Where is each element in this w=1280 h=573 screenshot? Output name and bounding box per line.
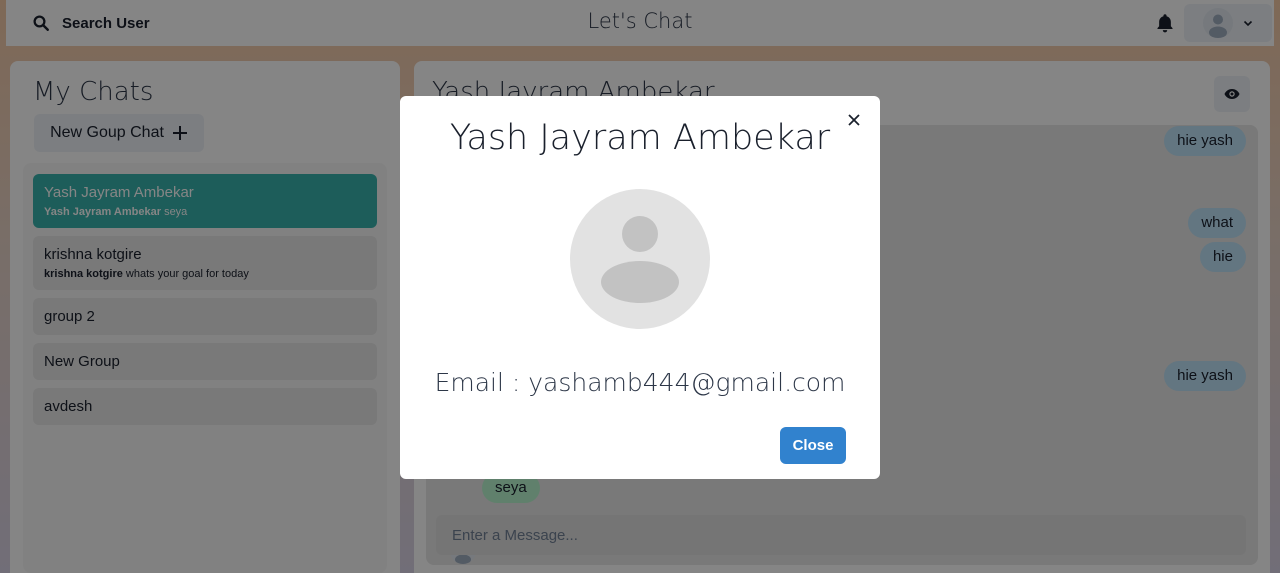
close-button[interactable]: Close [780,427,846,464]
profile-modal: Yash Jayram Ambekar Email : yashamb444@g… [400,96,880,479]
profile-avatar-icon [570,189,710,329]
modal-title: Yash Jayram Ambekar [449,118,831,158]
profile-email: Email : yashamb444@gmail.com [434,368,846,397]
close-icon [848,114,860,126]
modal-close-icon[interactable] [840,107,868,133]
